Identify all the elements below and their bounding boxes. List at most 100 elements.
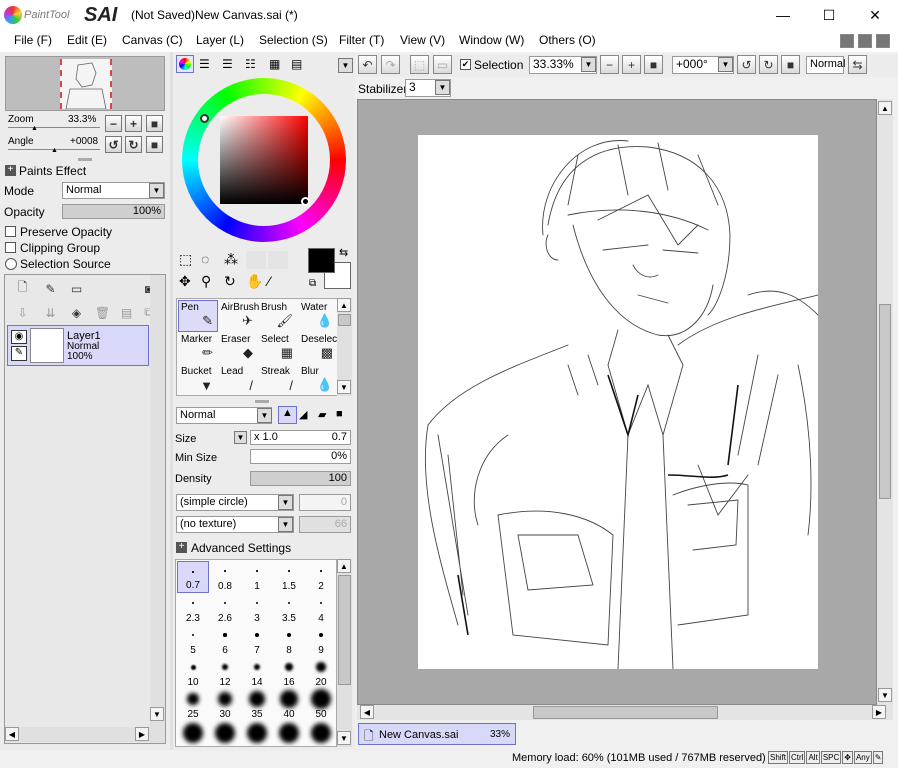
navigator-preview[interactable] xyxy=(5,56,165,111)
scroll-right-button[interactable]: ▶ xyxy=(872,705,886,719)
swap-colors-icon[interactable]: ⇆ xyxy=(339,246,348,259)
layer-hscrollbar[interactable]: ◀ ▶ xyxy=(5,727,150,742)
scroll-up-button[interactable]: ▲ xyxy=(878,101,892,115)
tool-water[interactable]: Water 💧 xyxy=(298,300,338,332)
menu-edit[interactable]: Edit (E) xyxy=(67,33,107,47)
expand-plus-icon[interactable]: + xyxy=(5,165,16,176)
brush-size-option[interactable]: 30 xyxy=(209,689,241,721)
swatches-tab[interactable]: ☷ xyxy=(245,57,256,71)
scroll-left-button[interactable]: ◀ xyxy=(360,705,374,719)
scroll-up-button[interactable]: ▲ xyxy=(337,559,351,573)
scroll-down-button[interactable]: ▼ xyxy=(337,731,351,745)
expand-plus-icon[interactable]: + xyxy=(176,542,187,553)
delete-layer-icon[interactable]: 🗑 xyxy=(93,303,112,322)
redo-icon[interactable]: ↷ xyxy=(381,55,400,74)
brush-size-option[interactable]: 1 xyxy=(241,561,273,593)
color-wheel-tab[interactable] xyxy=(176,55,194,73)
sv-picker-handle[interactable] xyxy=(301,197,310,206)
brush-size-option[interactable] xyxy=(305,721,336,746)
selection-source-radio[interactable] xyxy=(5,258,17,270)
brush-shape-amount[interactable]: 0 xyxy=(299,494,351,511)
brush-size-option[interactable]: 1.5 xyxy=(273,561,305,593)
eye-icon[interactable]: ◉ xyxy=(11,330,27,344)
scroll-thumb[interactable] xyxy=(338,314,351,326)
invert-selection-icon[interactable]: ▭ xyxy=(433,55,452,74)
chevron-down-icon[interactable]: ▼ xyxy=(278,517,293,532)
transparent-color-icon[interactable]: ⧉ xyxy=(309,278,316,289)
tool-blur[interactable]: Blur 💧 xyxy=(298,364,338,396)
rotate-right-button[interactable]: ↻ xyxy=(125,136,142,153)
brush-size-option[interactable]: 8 xyxy=(273,625,305,657)
menu-window[interactable]: Window (W) xyxy=(459,33,524,47)
toolbar-menu-dropdown[interactable]: ▼ xyxy=(338,58,353,73)
merge-down-icon[interactable]: ⇊ xyxy=(41,303,60,322)
brush-size-option[interactable]: 3.5 xyxy=(273,593,305,625)
brush-size-option[interactable]: 0.7 xyxy=(177,561,209,593)
scroll-down-button[interactable]: ▼ xyxy=(878,688,892,702)
hsv-slider-tab[interactable]: ☰ xyxy=(222,57,233,71)
size-multiplier-dropdown[interactable]: ▼ xyxy=(234,431,247,444)
eyedropper-icon[interactable]: ⁄ xyxy=(268,273,270,289)
mdi-close-button[interactable] xyxy=(876,34,890,48)
zoom-out-button[interactable]: − xyxy=(105,115,122,132)
tool-streak[interactable]: Streak / xyxy=(258,364,298,396)
brush-texture-amount[interactable]: 66 xyxy=(299,516,351,533)
brush-size-option[interactable]: 20 xyxy=(305,657,336,689)
brush-size-option[interactable]: 0.8 xyxy=(209,561,241,593)
size-slider[interactable]: x 1.0 0.7 xyxy=(250,430,351,445)
menu-filter[interactable]: Filter (T) xyxy=(339,33,384,47)
clear-layer-icon[interactable]: ◈ xyxy=(67,303,86,322)
new-folder-icon[interactable]: ▭ xyxy=(67,279,86,298)
brush-size-option[interactable]: 3 xyxy=(241,593,273,625)
canvas-view[interactable] xyxy=(357,99,877,705)
tool-brush[interactable]: Brush 🖌 xyxy=(258,300,298,332)
tool-deselect[interactable]: Deselect ▩ xyxy=(298,332,340,364)
brush-size-option[interactable] xyxy=(177,721,209,746)
advanced-settings-label[interactable]: Advanced Settings xyxy=(191,541,291,555)
hand-icon[interactable]: ✋ xyxy=(246,273,263,290)
rotate-left-button[interactable]: ↺ xyxy=(105,136,122,153)
rgb-slider-tab[interactable]: ☰ xyxy=(199,57,210,71)
move-icon[interactable]: ✥ xyxy=(179,273,191,290)
clipping-group-checkbox[interactable] xyxy=(5,242,16,253)
zoom-slider-thumb[interactable]: ▲ xyxy=(31,125,38,132)
brush-size-option[interactable]: 25 xyxy=(177,689,209,721)
menu-selection[interactable]: Selection (S) xyxy=(259,33,328,47)
new-layer-icon[interactable]: 🗋 xyxy=(13,279,32,298)
brush-size-option[interactable]: 10 xyxy=(177,657,209,689)
brush-size-option[interactable]: 12 xyxy=(209,657,241,689)
transfer-down-icon[interactable]: ⇩ xyxy=(13,303,32,322)
menu-layer[interactable]: Layer (L) xyxy=(196,33,244,47)
soft-edge-shape-icon[interactable]: ◢ xyxy=(299,408,307,421)
brush-texture-select[interactable]: (no texture) xyxy=(176,516,294,533)
layer-scrollbar[interactable]: ▼ xyxy=(150,275,165,743)
splitter-grip[interactable] xyxy=(255,400,269,403)
brush-size-option[interactable]: 40 xyxy=(273,689,305,721)
tool-marker[interactable]: Marker ✏ xyxy=(178,332,218,364)
brush-size-option[interactable]: 6 xyxy=(209,625,241,657)
mdi-minimize-button[interactable] xyxy=(840,34,854,48)
lasso-icon[interactable]: ◌ xyxy=(201,251,209,267)
layer-properties-icon[interactable]: ▤ xyxy=(117,303,136,322)
brush-size-option[interactable] xyxy=(241,721,273,746)
tool-pen[interactable]: Pen ✎ xyxy=(178,300,218,332)
brush-size-option[interactable] xyxy=(273,721,305,746)
paints-effect-label[interactable]: Paints Effect xyxy=(19,164,86,178)
magic-wand-icon[interactable]: ⁂ xyxy=(224,251,238,268)
scroll-down-button[interactable]: ▼ xyxy=(337,380,351,394)
tool-bucket[interactable]: Bucket ▼ xyxy=(178,364,218,396)
tool-lead[interactable]: Lead / xyxy=(218,364,258,396)
rotate-reset-button[interactable]: ■ xyxy=(146,136,163,153)
deselect-toolbar-icon[interactable]: ⬚ xyxy=(410,55,429,74)
chevron-down-icon[interactable]: ▼ xyxy=(149,183,164,198)
menu-file[interactable]: File (F) xyxy=(14,33,52,47)
zoom-slider[interactable] xyxy=(8,127,100,128)
canvas-zoom-in-button[interactable]: + xyxy=(622,55,641,74)
brush-size-option[interactable]: 5 xyxy=(177,625,209,657)
scratchpad-tab[interactable]: ▤ xyxy=(291,57,302,71)
brush-size-option[interactable]: 35 xyxy=(241,689,273,721)
brush-size-option[interactable]: 16 xyxy=(273,657,305,689)
brush-size-option[interactable]: 2 xyxy=(305,561,336,593)
menu-canvas[interactable]: Canvas (C) xyxy=(122,33,183,47)
maximize-button[interactable]: ☐ xyxy=(806,0,852,30)
